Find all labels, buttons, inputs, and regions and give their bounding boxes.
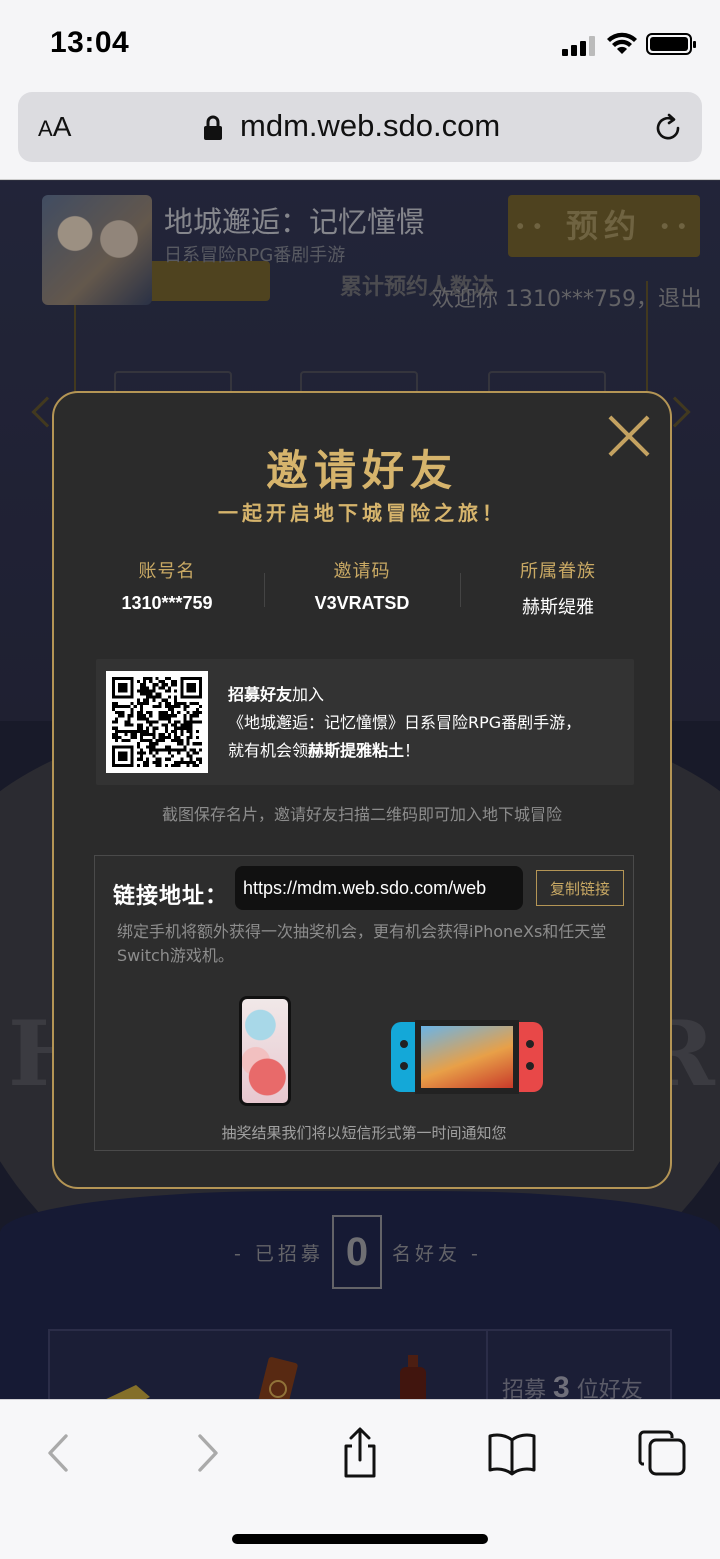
browser-address-area: AA mdm.web.sdo.com bbox=[0, 88, 720, 180]
bind-phone-description: 绑定手机将额外获得一次抽奖机会，更有机会获得iPhoneXs和任天堂Switch… bbox=[117, 922, 607, 965]
info-invite-code: 邀请码 V3VRATSD bbox=[265, 557, 459, 614]
link-label: 链接地址： bbox=[113, 884, 229, 909]
reload-icon[interactable] bbox=[652, 112, 684, 144]
iphone-prize-image bbox=[239, 996, 291, 1106]
bookmarks-icon[interactable] bbox=[482, 1426, 542, 1480]
invite-friends-modal: 邀请好友 一起开启地下城冒险之旅！ 账号名 1310***759 邀请码 V3V… bbox=[52, 391, 672, 1189]
forward-icon[interactable] bbox=[178, 1426, 238, 1480]
save-card-hint: 截图保存名片，邀请好友扫描二维码即可加入地下城冒险 bbox=[161, 805, 562, 824]
status-time: 13:04 bbox=[50, 26, 130, 59]
qr-card: 招募好友加入 《地城邂逅：记忆憧憬》日系冒险RPG番剧手游， 就有机会领赫斯提雅… bbox=[96, 659, 634, 785]
account-name-value: 1310***759 bbox=[121, 593, 213, 613]
modal-title: 邀请好友 bbox=[265, 446, 458, 495]
qr-code bbox=[106, 671, 208, 773]
back-icon[interactable] bbox=[28, 1426, 88, 1480]
share-icon[interactable] bbox=[330, 1426, 390, 1480]
home-indicator bbox=[232, 1534, 488, 1544]
invite-link-field[interactable]: https://mdm.web.sdo.com/web bbox=[235, 866, 523, 910]
address-bar[interactable]: AA mdm.web.sdo.com bbox=[18, 92, 702, 162]
invite-code-value: V3VRATSD bbox=[314, 593, 410, 613]
notify-text: 抽奖结果我们将以短信形式第一时间通知您 bbox=[221, 1124, 507, 1142]
switch-prize-image bbox=[391, 1020, 543, 1096]
familia-value: 赫斯缇雅 bbox=[522, 597, 594, 618]
browser-toolbar bbox=[0, 1399, 720, 1559]
tabs-icon[interactable] bbox=[632, 1426, 692, 1480]
battery-icon bbox=[646, 33, 696, 55]
url-text[interactable]: mdm.web.sdo.com bbox=[240, 108, 500, 144]
account-info: 账号名 1310***759 邀请码 V3VRATSD 所属眷族 赫斯缇雅 bbox=[70, 557, 655, 619]
cellular-signal-icon bbox=[562, 36, 598, 56]
info-account: 账号名 1310***759 bbox=[70, 557, 264, 614]
lock-icon bbox=[204, 115, 222, 140]
status-bar: 13:04 bbox=[0, 0, 720, 88]
reader-text-size-button[interactable]: AA bbox=[38, 111, 71, 143]
wifi-icon bbox=[607, 32, 637, 54]
info-familia: 所属眷族 赫斯缇雅 bbox=[461, 557, 655, 619]
qr-description: 招募好友加入 《地城邂逅：记忆憧憬》日系冒险RPG番剧手游， 就有机会领赫斯提雅… bbox=[228, 685, 582, 760]
copy-link-button[interactable]: 复制链接 bbox=[536, 870, 624, 906]
info-label: 账号名 bbox=[138, 561, 196, 582]
modal-subtitle: 一起开启地下城冒险之旅！ bbox=[218, 501, 506, 525]
info-label: 邀请码 bbox=[333, 561, 391, 582]
info-label: 所属眷族 bbox=[520, 561, 596, 582]
invite-link-box: 链接地址： https://mdm.web.sdo.com/web 复制链接 绑… bbox=[94, 855, 634, 1151]
